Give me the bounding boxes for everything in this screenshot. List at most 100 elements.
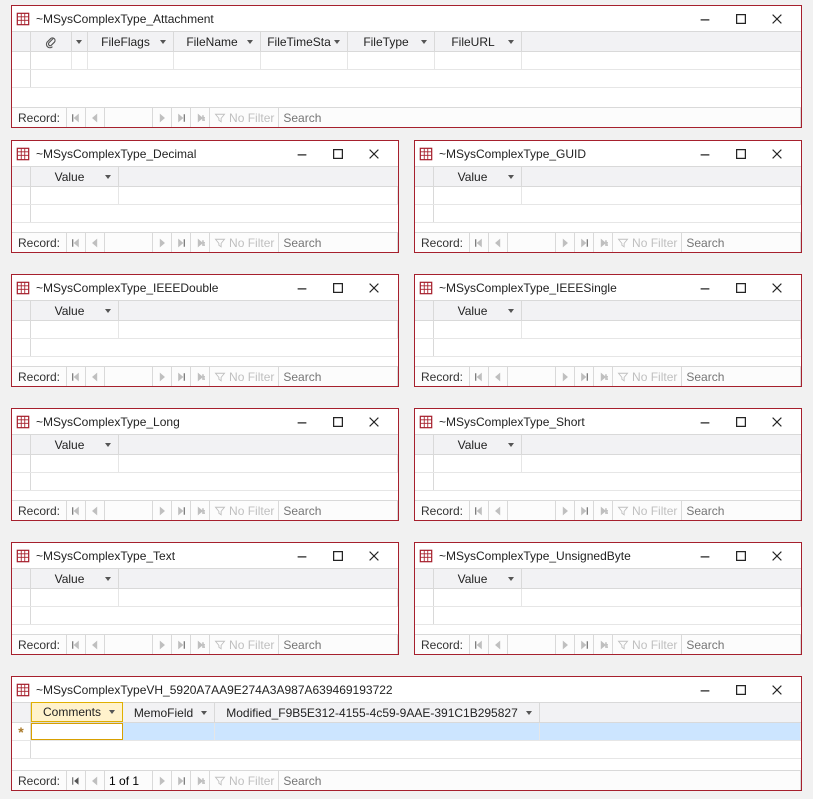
column-header[interactable]: Value <box>434 301 522 320</box>
search-input[interactable] <box>279 370 397 384</box>
nav-last-button[interactable] <box>575 233 594 252</box>
record-number[interactable] <box>105 501 153 520</box>
nav-new-button[interactable] <box>594 501 613 520</box>
row-selector[interactable] <box>415 589 434 606</box>
new-record-row[interactable]: * <box>12 723 801 741</box>
nav-first-button[interactable] <box>67 771 86 790</box>
nav-first-button[interactable] <box>470 367 489 386</box>
row-selector[interactable] <box>12 321 31 338</box>
minimize-button[interactable] <box>687 680 723 700</box>
column-header[interactable]: FileURL <box>435 32 522 51</box>
column-header[interactable]: Value <box>31 569 119 588</box>
record-number[interactable] <box>508 367 556 386</box>
cell[interactable] <box>435 52 522 69</box>
cell[interactable] <box>31 52 72 69</box>
row-selector[interactable] <box>12 52 31 69</box>
close-button[interactable] <box>356 278 392 298</box>
close-button[interactable] <box>759 9 795 29</box>
new-record-row[interactable] <box>415 589 801 607</box>
nav-first-button[interactable] <box>67 501 86 520</box>
row-selector-header[interactable] <box>12 435 31 454</box>
record-number-input[interactable] <box>508 504 555 518</box>
cell[interactable] <box>72 52 88 69</box>
nav-prev-button[interactable] <box>86 501 105 520</box>
column-header[interactable]: Modified_F9B5E312-4155-4c59-9AAE-391C1B2… <box>215 703 540 722</box>
nav-prev-button[interactable] <box>489 501 508 520</box>
row-selector-header[interactable] <box>415 435 434 454</box>
close-button[interactable] <box>759 680 795 700</box>
new-record-row[interactable] <box>415 321 801 339</box>
cell[interactable] <box>261 52 348 69</box>
nav-prev-button[interactable] <box>86 635 105 654</box>
close-button[interactable] <box>356 546 392 566</box>
cell[interactable] <box>31 723 123 740</box>
record-number[interactable] <box>508 501 556 520</box>
filter-toggle[interactable]: No Filter <box>210 501 279 520</box>
nav-new-button[interactable] <box>191 771 210 790</box>
maximize-button[interactable] <box>320 144 356 164</box>
cell[interactable] <box>31 455 119 472</box>
maximize-button[interactable] <box>320 546 356 566</box>
column-header[interactable]: Value <box>31 435 119 454</box>
nav-new-button[interactable] <box>191 501 210 520</box>
column-header[interactable]: Value <box>434 435 522 454</box>
filter-toggle[interactable]: No Filter <box>613 501 682 520</box>
column-header[interactable]: FileTimeSta <box>261 32 348 51</box>
close-button[interactable] <box>356 144 392 164</box>
row-selector-header[interactable] <box>415 167 434 186</box>
filter-toggle[interactable]: No Filter <box>613 233 682 252</box>
record-number-input[interactable] <box>508 370 555 384</box>
nav-prev-button[interactable] <box>86 233 105 252</box>
maximize-button[interactable] <box>320 412 356 432</box>
record-number[interactable] <box>105 635 153 654</box>
nav-first-button[interactable] <box>470 233 489 252</box>
filter-toggle[interactable]: No Filter <box>210 367 279 386</box>
minimize-button[interactable] <box>687 546 723 566</box>
column-header-dropdown[interactable] <box>72 32 88 51</box>
nav-next-button[interactable] <box>556 233 575 252</box>
nav-new-button[interactable] <box>594 635 613 654</box>
nav-last-button[interactable] <box>172 367 191 386</box>
record-number-input[interactable] <box>105 236 152 250</box>
nav-first-button[interactable] <box>470 635 489 654</box>
nav-next-button[interactable] <box>153 233 172 252</box>
search-input[interactable] <box>682 638 800 652</box>
search-input[interactable] <box>682 504 800 518</box>
nav-next-button[interactable] <box>556 501 575 520</box>
nav-first-button[interactable] <box>67 635 86 654</box>
row-selector-header[interactable] <box>415 301 434 320</box>
maximize-button[interactable] <box>723 144 759 164</box>
cell[interactable] <box>31 187 119 204</box>
nav-last-button[interactable] <box>575 367 594 386</box>
maximize-button[interactable] <box>723 278 759 298</box>
cell[interactable] <box>174 52 261 69</box>
search-input[interactable] <box>279 236 397 250</box>
maximize-button[interactable] <box>723 412 759 432</box>
row-selector[interactable] <box>415 455 434 472</box>
nav-next-button[interactable] <box>153 367 172 386</box>
search-input[interactable] <box>279 774 800 788</box>
new-record-row[interactable] <box>415 455 801 473</box>
nav-prev-button[interactable] <box>86 771 105 790</box>
minimize-button[interactable] <box>284 412 320 432</box>
nav-last-button[interactable] <box>575 501 594 520</box>
nav-next-button[interactable] <box>153 501 172 520</box>
filter-toggle[interactable]: No Filter <box>613 635 682 654</box>
filter-toggle[interactable]: No Filter <box>210 771 279 790</box>
nav-new-button[interactable] <box>594 233 613 252</box>
nav-first-button[interactable] <box>67 108 86 127</box>
row-selector-header[interactable] <box>12 301 31 320</box>
minimize-button[interactable] <box>687 144 723 164</box>
record-number[interactable] <box>105 367 153 386</box>
cell[interactable] <box>123 723 215 740</box>
minimize-button[interactable] <box>687 9 723 29</box>
nav-first-button[interactable] <box>67 367 86 386</box>
row-selector-header[interactable] <box>12 703 31 722</box>
cell[interactable] <box>434 455 522 472</box>
nav-last-button[interactable] <box>172 771 191 790</box>
nav-last-button[interactable] <box>575 635 594 654</box>
row-selector[interactable] <box>12 589 31 606</box>
record-number[interactable] <box>105 771 153 790</box>
new-record-row[interactable] <box>12 52 801 70</box>
nav-next-button[interactable] <box>556 367 575 386</box>
